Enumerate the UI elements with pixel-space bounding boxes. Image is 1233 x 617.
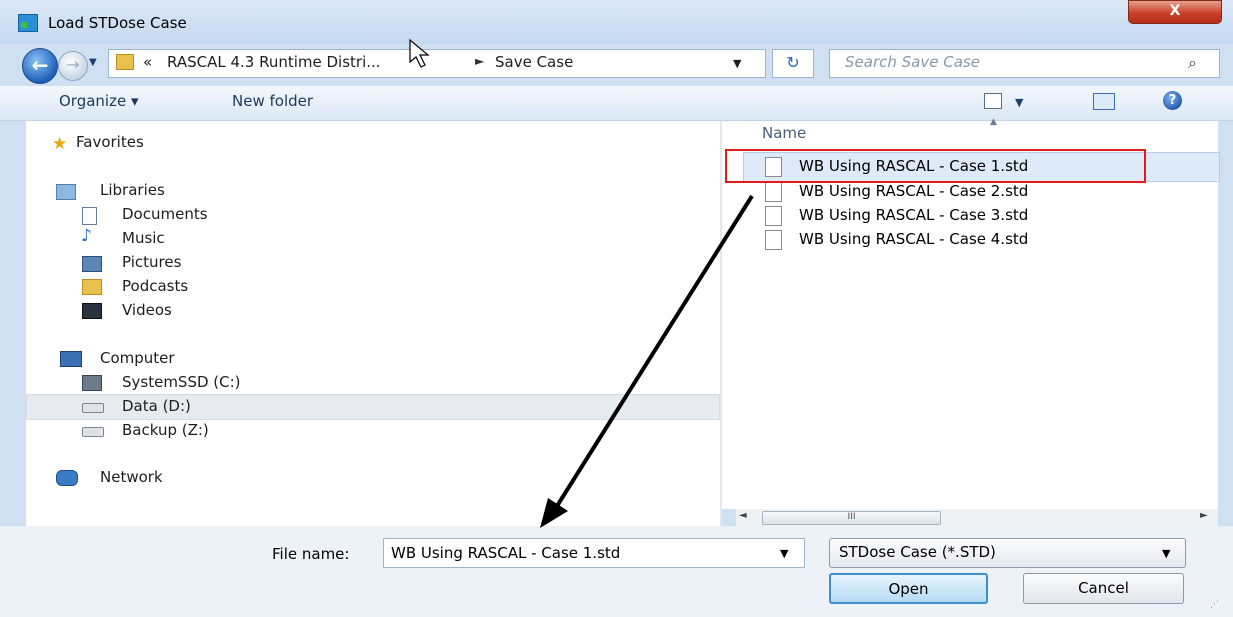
file-icon bbox=[765, 230, 782, 250]
views-icon[interactable] bbox=[984, 93, 1002, 109]
new-folder-button[interactable]: New folder bbox=[232, 92, 313, 110]
documents-icon bbox=[82, 207, 97, 225]
open-button[interactable]: Open bbox=[829, 573, 988, 604]
file-item[interactable]: WB Using RASCAL - Case 2.std bbox=[799, 182, 1028, 200]
search-input[interactable]: Search Save Case bbox=[845, 53, 980, 71]
nav-item-computer[interactable]: Computer bbox=[100, 349, 175, 367]
recent-locations-dropdown[interactable]: ▼ bbox=[89, 57, 101, 69]
file-name-label: File name: bbox=[272, 545, 350, 563]
breadcrumb-rascal[interactable]: RASCAL 4.3 Runtime Distri... bbox=[167, 53, 381, 71]
nav-item-podcasts[interactable]: Podcasts bbox=[122, 277, 188, 295]
organize-button[interactable]: Organize ▾ bbox=[59, 92, 139, 110]
app-icon bbox=[18, 14, 38, 32]
favorites-star-icon: ★ bbox=[52, 134, 68, 154]
videos-icon bbox=[82, 303, 102, 319]
views-dropdown[interactable]: ▼ bbox=[1015, 96, 1023, 109]
nav-item-system-drive[interactable]: SystemSSD (C:) bbox=[122, 373, 241, 391]
system-drive-icon bbox=[82, 375, 102, 391]
file-type-value[interactable]: STDose Case (*.STD) bbox=[839, 543, 996, 561]
back-button[interactable]: ← bbox=[22, 48, 58, 84]
address-dropdown[interactable]: ▼ bbox=[733, 57, 741, 70]
folder-icon bbox=[116, 54, 134, 70]
nav-item-documents[interactable]: Documents bbox=[122, 205, 208, 223]
file-name-dropdown[interactable]: ▼ bbox=[780, 547, 788, 560]
file-icon bbox=[765, 206, 782, 226]
drive-icon bbox=[82, 403, 104, 413]
command-toolbar bbox=[0, 86, 1233, 121]
file-type-dropdown[interactable]: ▼ bbox=[1162, 547, 1170, 560]
breadcrumb-overflow[interactable]: « bbox=[143, 53, 152, 71]
network-icon bbox=[56, 470, 78, 486]
breadcrumb-separator-icon[interactable]: ► bbox=[475, 54, 484, 68]
computer-icon bbox=[60, 351, 82, 367]
column-header-name[interactable]: Name bbox=[762, 124, 806, 142]
file-name-value[interactable]: WB Using RASCAL - Case 1.std bbox=[391, 544, 620, 562]
drive-icon bbox=[82, 427, 104, 437]
search-icon[interactable]: ⌕ bbox=[1188, 53, 1197, 73]
file-item[interactable]: WB Using RASCAL - Case 4.std bbox=[799, 230, 1028, 248]
scroll-left-icon[interactable]: ◄ bbox=[739, 510, 747, 521]
close-button[interactable]: X bbox=[1128, 0, 1222, 24]
libraries-icon bbox=[56, 184, 76, 200]
pictures-icon bbox=[82, 256, 102, 272]
scroll-right-icon[interactable]: ► bbox=[1200, 510, 1208, 521]
annotation-highlight-box bbox=[725, 149, 1146, 183]
nav-item-backup-drive[interactable]: Backup (Z:) bbox=[122, 421, 209, 439]
nav-item-data-drive[interactable]: Data (D:) bbox=[122, 397, 191, 415]
forward-button[interactable]: → bbox=[58, 51, 88, 81]
sort-ascending-icon: ▲ bbox=[990, 117, 997, 127]
cancel-button[interactable]: Cancel bbox=[1023, 573, 1184, 604]
nav-item-pictures[interactable]: Pictures bbox=[122, 253, 181, 271]
nav-item-network[interactable]: Network bbox=[100, 468, 163, 486]
music-icon: ♪ bbox=[81, 226, 92, 246]
window-title: Load STDose Case bbox=[48, 14, 187, 32]
nav-item-libraries[interactable]: Libraries bbox=[100, 181, 165, 199]
scrollbar-thumb[interactable]: III bbox=[762, 511, 941, 525]
help-icon[interactable]: ? bbox=[1163, 91, 1182, 110]
file-icon bbox=[765, 182, 782, 202]
nav-item-videos[interactable]: Videos bbox=[122, 301, 172, 319]
file-item[interactable]: WB Using RASCAL - Case 3.std bbox=[799, 206, 1028, 224]
nav-item-music[interactable]: Music bbox=[122, 229, 165, 247]
breadcrumb-save-case[interactable]: Save Case bbox=[495, 53, 573, 71]
refresh-button[interactable]: ↻ bbox=[772, 49, 814, 78]
podcasts-icon bbox=[82, 279, 102, 295]
resize-grip-icon[interactable]: ⋰ bbox=[1210, 600, 1219, 610]
nav-item-favorites[interactable]: Favorites bbox=[76, 133, 144, 151]
preview-pane-icon[interactable] bbox=[1093, 93, 1115, 110]
